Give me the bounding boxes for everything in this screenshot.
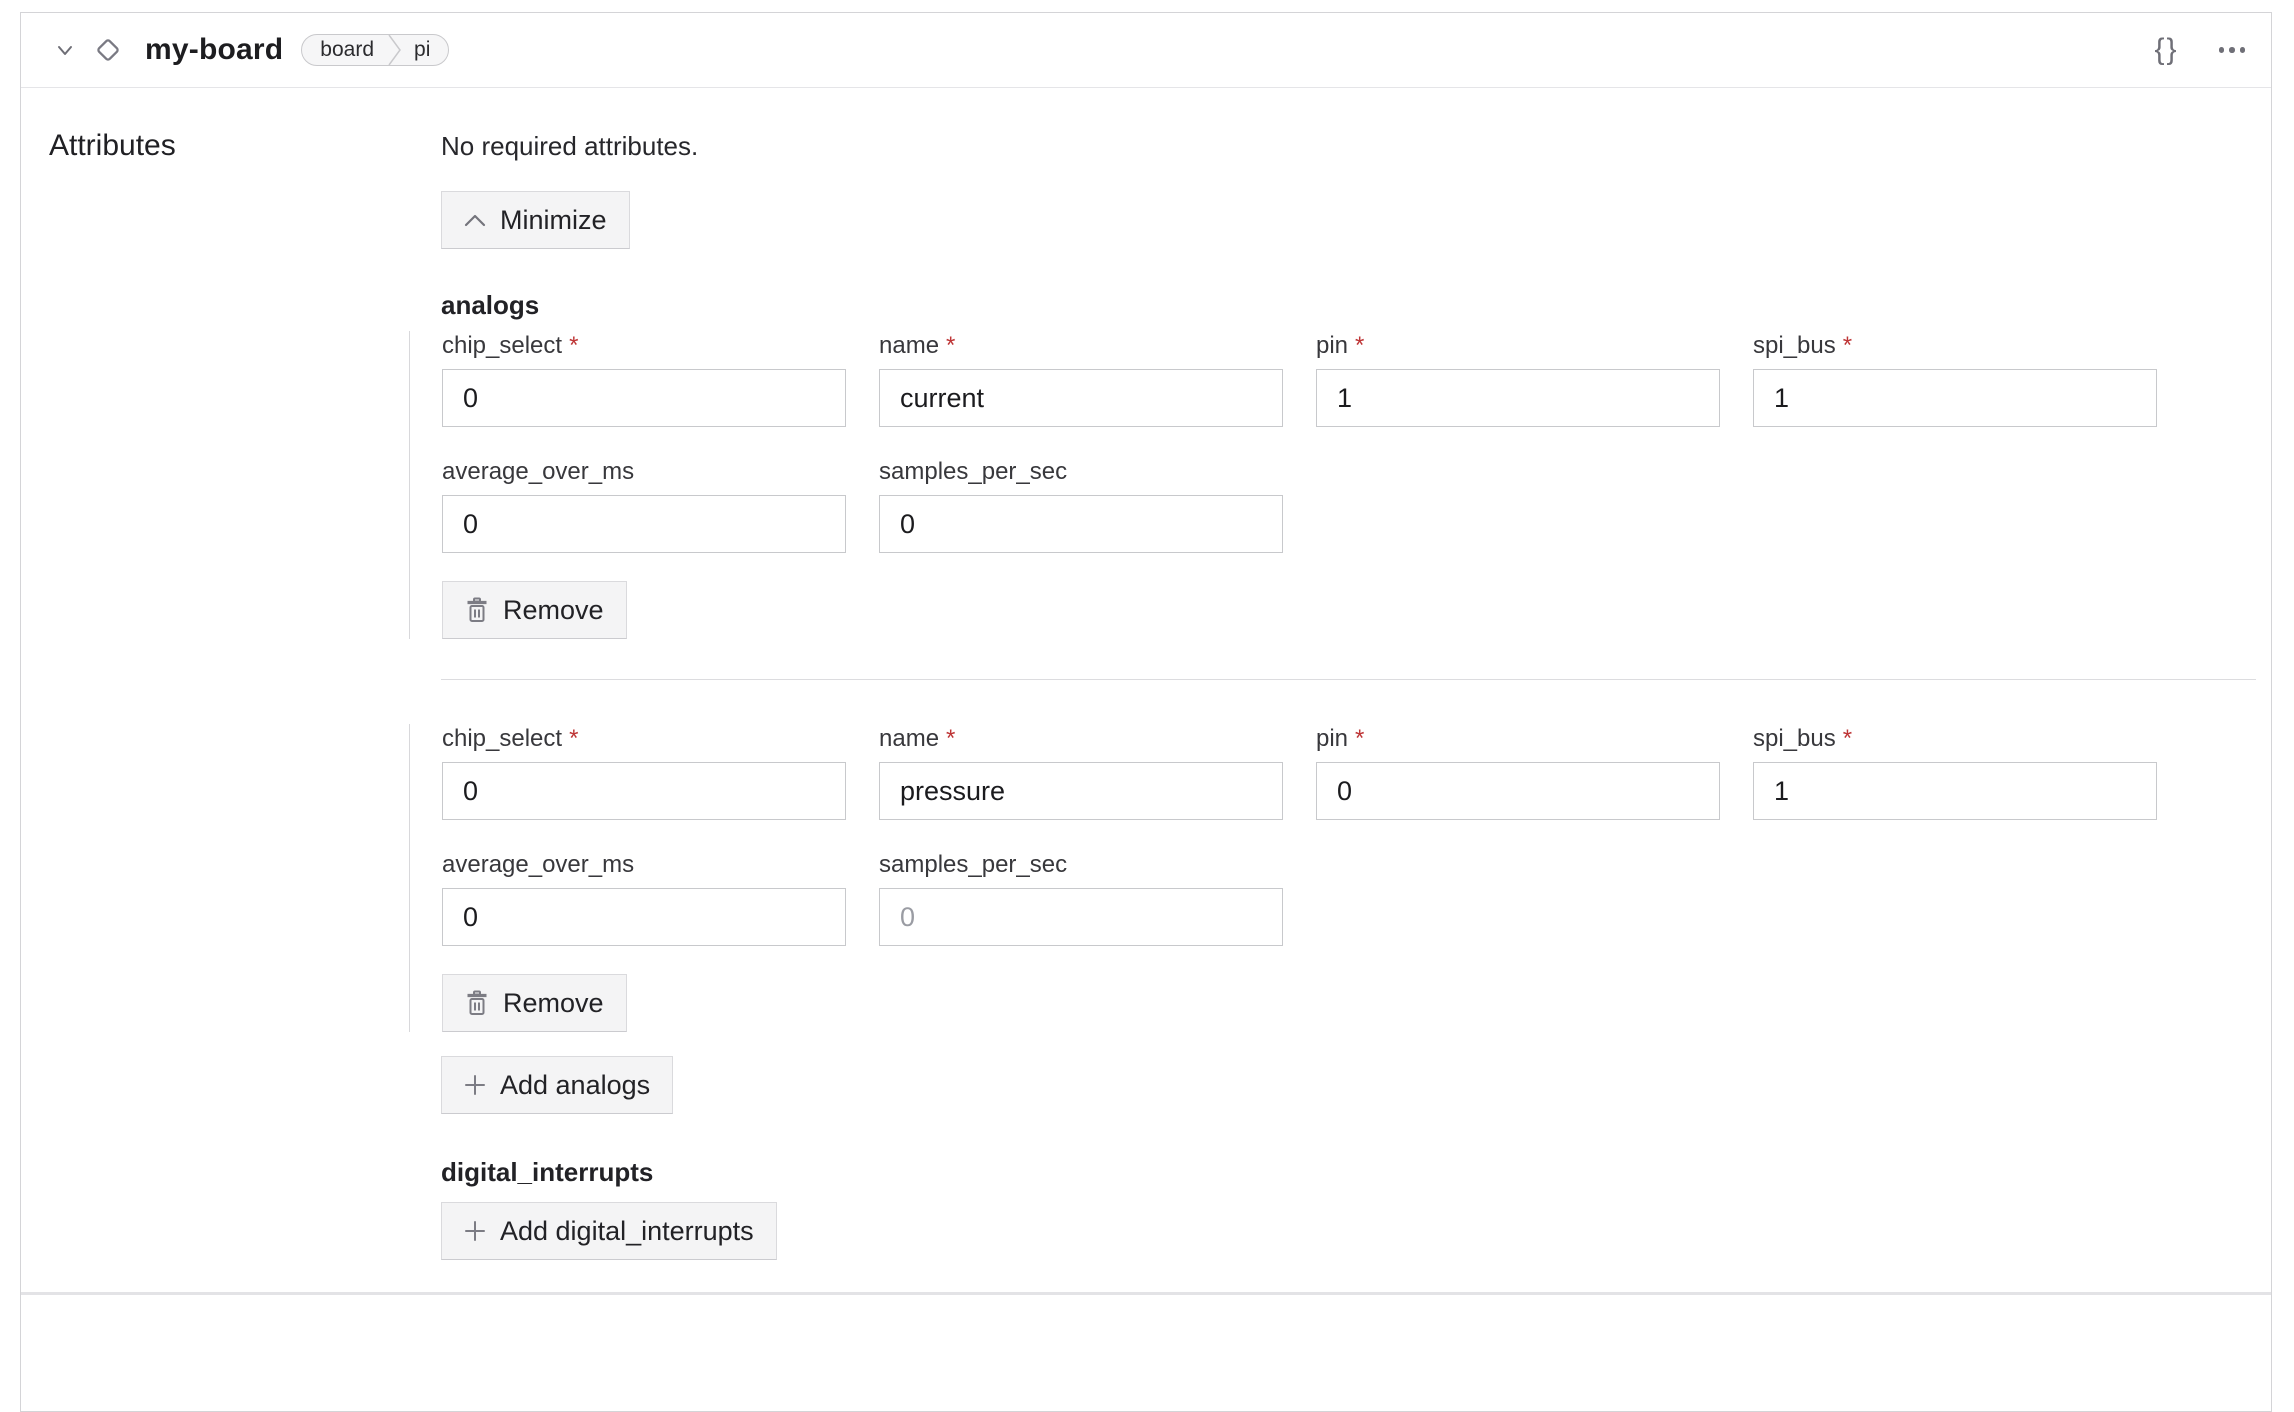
field-label: samples_per_sec bbox=[879, 457, 1283, 487]
field-samples-per-sec: samples_per_sec bbox=[879, 850, 1283, 946]
samples-per-sec-input[interactable] bbox=[879, 495, 1283, 553]
analogs-section-label: analogs bbox=[441, 289, 2269, 321]
add-analogs-button[interactable]: Add analogs bbox=[441, 1056, 673, 1114]
analog-group-2: chip_select* name* pin* spi_bus* average… bbox=[409, 724, 2269, 1032]
type-model-badge: board pi bbox=[301, 34, 449, 66]
average-over-ms-input[interactable] bbox=[442, 495, 846, 553]
minimize-button[interactable]: Minimize bbox=[441, 191, 630, 249]
plus-icon bbox=[464, 1220, 486, 1242]
field-label: pin* bbox=[1316, 724, 1720, 754]
spi-bus-input[interactable] bbox=[1753, 762, 2157, 820]
badge-model: pi bbox=[402, 38, 448, 62]
section-bottom-divider bbox=[21, 1292, 2271, 1295]
remove-analog-button[interactable]: Remove bbox=[442, 974, 627, 1032]
required-asterisk: * bbox=[569, 725, 578, 752]
field-average-over-ms: average_over_ms bbox=[442, 457, 846, 553]
card-title: my-board bbox=[145, 33, 283, 67]
required-asterisk: * bbox=[1843, 725, 1852, 752]
analog-group-1: chip_select* name* pin* spi_bus* average… bbox=[409, 331, 2269, 639]
add-digital-interrupts-button[interactable]: Add digital_interrupts bbox=[441, 1202, 777, 1260]
pin-input[interactable] bbox=[1316, 369, 1720, 427]
name-input[interactable] bbox=[879, 369, 1283, 427]
code-json-icon[interactable]: {} bbox=[2154, 35, 2178, 65]
name-input[interactable] bbox=[879, 762, 1283, 820]
field-label: pin* bbox=[1316, 331, 1720, 361]
pin-input[interactable] bbox=[1316, 762, 1720, 820]
field-pin: pin* bbox=[1316, 331, 1720, 427]
group-divider bbox=[441, 679, 2256, 680]
average-over-ms-input[interactable] bbox=[442, 888, 846, 946]
field-spi-bus: spi_bus* bbox=[1753, 331, 2157, 427]
field-pin: pin* bbox=[1316, 724, 1720, 820]
card-header: my-board board pi {} bbox=[21, 13, 2271, 88]
chip-select-input[interactable] bbox=[442, 762, 846, 820]
trash-icon bbox=[465, 597, 489, 623]
field-label: average_over_ms bbox=[442, 457, 846, 487]
field-chip-select: chip_select* bbox=[442, 331, 846, 427]
remove-analog-button[interactable]: Remove bbox=[442, 581, 627, 639]
chevron-down-icon[interactable] bbox=[53, 38, 77, 62]
field-label: name* bbox=[879, 331, 1283, 361]
minimize-label: Minimize bbox=[500, 205, 607, 236]
trash-icon bbox=[465, 990, 489, 1016]
samples-per-sec-input[interactable] bbox=[879, 888, 1283, 946]
required-asterisk: * bbox=[1355, 332, 1364, 359]
resource-card: my-board board pi {} Attributes No requi… bbox=[20, 12, 2272, 1412]
field-samples-per-sec: samples_per_sec bbox=[879, 457, 1283, 553]
chip-select-input[interactable] bbox=[442, 369, 846, 427]
field-label: spi_bus* bbox=[1753, 724, 2157, 754]
required-asterisk: * bbox=[569, 332, 578, 359]
field-label: chip_select* bbox=[442, 724, 846, 754]
spi-bus-input[interactable] bbox=[1753, 369, 2157, 427]
attributes-heading: Attributes bbox=[49, 129, 176, 163]
field-label: average_over_ms bbox=[442, 850, 846, 880]
remove-label: Remove bbox=[503, 595, 604, 626]
field-name: name* bbox=[879, 331, 1283, 427]
digital-interrupts-section-label: digital_interrupts bbox=[441, 1156, 2269, 1188]
field-label: spi_bus* bbox=[1753, 331, 2157, 361]
field-label: name* bbox=[879, 724, 1283, 754]
chevron-up-icon bbox=[464, 214, 486, 227]
badge-type: board bbox=[302, 38, 388, 62]
required-asterisk: * bbox=[1355, 725, 1364, 752]
badge-chevron-divider-icon bbox=[388, 34, 402, 66]
field-chip-select: chip_select* bbox=[442, 724, 846, 820]
required-asterisk: * bbox=[1843, 332, 1852, 359]
board-component-icon bbox=[91, 33, 125, 67]
required-asterisk: * bbox=[946, 332, 955, 359]
field-average-over-ms: average_over_ms bbox=[442, 850, 846, 946]
more-menu-icon[interactable] bbox=[2219, 47, 2246, 53]
field-name: name* bbox=[879, 724, 1283, 820]
add-digital-interrupts-label: Add digital_interrupts bbox=[500, 1216, 754, 1247]
field-label: samples_per_sec bbox=[879, 850, 1283, 880]
no-required-attributes-note: No required attributes. bbox=[441, 131, 2269, 161]
plus-icon bbox=[464, 1074, 486, 1096]
field-label: chip_select* bbox=[442, 331, 846, 361]
attributes-content: No required attributes. Minimize analogs… bbox=[409, 131, 2269, 1260]
remove-label: Remove bbox=[503, 988, 604, 1019]
required-asterisk: * bbox=[946, 725, 955, 752]
field-spi-bus: spi_bus* bbox=[1753, 724, 2157, 820]
add-analogs-label: Add analogs bbox=[500, 1070, 650, 1101]
